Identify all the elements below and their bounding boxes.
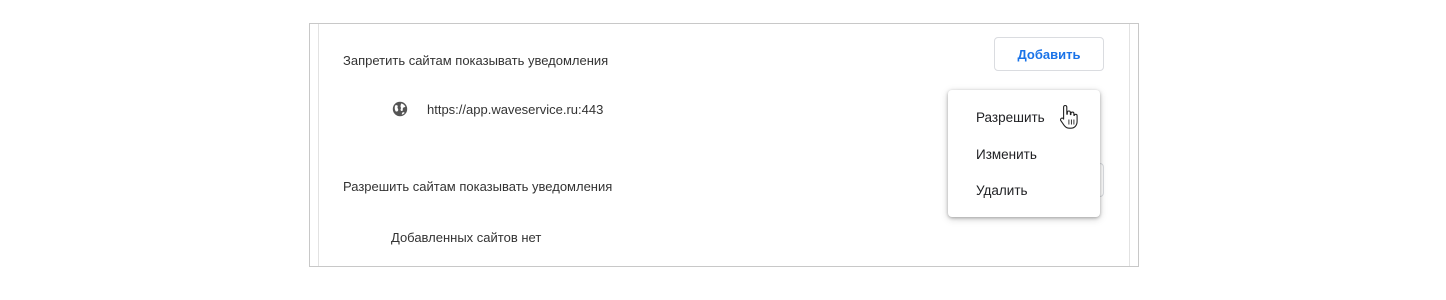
menu-item-remove[interactable]: Удалить — [976, 183, 1028, 198]
hand-pointer-icon — [1059, 104, 1078, 129]
add-blocked-site-button[interactable]: Добавить — [994, 37, 1104, 71]
menu-item-edit[interactable]: Изменить — [976, 147, 1037, 162]
menu-item-allow[interactable]: Разрешить — [976, 110, 1045, 125]
blocked-site-url: https://app.waveservice.ru:443 — [427, 101, 604, 117]
allow-section-title: Разрешить сайтам показывать уведомления — [343, 179, 613, 194]
panel-right-divider — [1129, 24, 1130, 266]
block-section-title: Запретить сайтам показывать уведомления — [343, 53, 609, 68]
allow-empty-message: Добавленных сайтов нет — [391, 230, 542, 245]
globe-icon — [392, 101, 408, 117]
blocked-site-row[interactable]: https://app.waveservice.ru:443 — [392, 101, 603, 117]
panel-left-divider — [318, 24, 319, 266]
